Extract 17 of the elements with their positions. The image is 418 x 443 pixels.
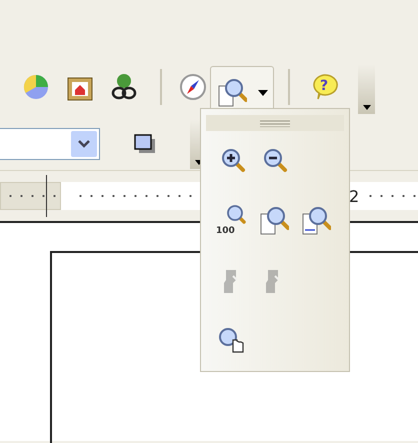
compass-icon[interactable]: [179, 73, 207, 101]
shadow-icon[interactable]: [133, 133, 157, 155]
zoom-percent-label: 100: [216, 226, 235, 237]
combo-box[interactable]: [0, 128, 100, 160]
grip-handle[interactable]: [206, 115, 344, 131]
page-width-zoom-icon[interactable]: [301, 206, 331, 236]
zoom-icon[interactable]: [226, 205, 248, 225]
page-zoom-icon[interactable]: [259, 206, 289, 236]
ruler-margin: [0, 182, 61, 210]
zoom-icon: [216, 78, 246, 108]
globe-chain-icon[interactable]: [110, 72, 138, 102]
grip-icon: [260, 120, 290, 126]
toolbar-overflow-button[interactable]: [358, 64, 375, 114]
caret-icon: [362, 105, 370, 110]
chevron-down-icon: [78, 140, 90, 148]
caret-icon: [258, 90, 268, 96]
ruler-number: 2: [349, 186, 360, 206]
